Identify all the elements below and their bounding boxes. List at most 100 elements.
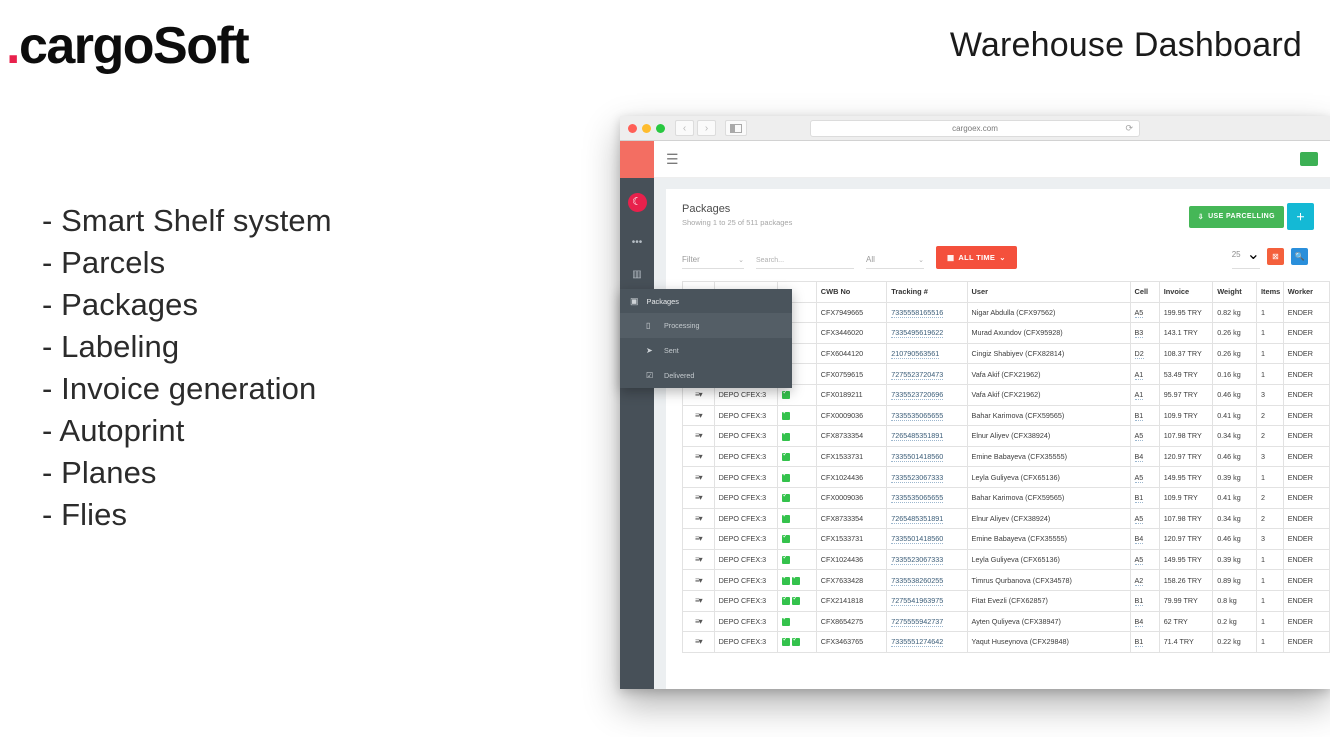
status-checkbox[interactable] [781,512,790,523]
row-menu-icon[interactable]: ≡▾ [682,466,715,488]
row-menu-icon[interactable]: ≡▾ [682,569,715,591]
cell-tracking[interactable]: 7335551274642 [886,631,968,653]
cell-tracking[interactable]: 7335523067333 [886,548,968,571]
th-cell[interactable]: Cell [1129,281,1160,303]
cell-shelf[interactable]: B1 [1129,486,1160,509]
cell-shelf[interactable]: A5 [1129,425,1160,447]
cell-tracking[interactable]: 7335535065655 [886,404,968,427]
table-row[interactable]: ≡▾DEPO CFEX:3 CFX21418187275541963975Fita… [682,589,1330,612]
cell-shelf[interactable]: D2 [1129,342,1160,365]
cell-shelf[interactable]: A5 [1129,301,1160,324]
status-checkbox[interactable] [791,595,800,606]
cell-tracking[interactable]: 7275541963975 [886,589,968,612]
th-invoice[interactable]: Invoice [1158,281,1214,303]
search-input[interactable]: Search... [756,257,854,269]
cell-tracking[interactable]: 7275523720473 [886,363,968,385]
table-row[interactable]: ≡▾DEPO CFEX:3 CFX10244367335523067333Leyl… [682,548,1330,571]
cell-checks[interactable] [776,569,817,591]
cell-shelf[interactable]: A1 [1129,383,1160,406]
hamburger-icon[interactable]: ☰ [666,151,679,168]
topbar-action-button[interactable] [1300,152,1318,166]
cell-shelf[interactable]: B4 [1129,445,1160,468]
sidebar-item-barcode[interactable]: ▥ [620,258,654,290]
row-menu-icon[interactable]: ≡▾ [682,486,715,509]
cell-tracking[interactable]: 7335558165516 [886,301,968,324]
cell-checks[interactable] [776,589,817,612]
cell-tracking[interactable]: 7335538260255 [886,569,968,591]
packages-dropdown-menu[interactable]: ▣ Packages ▯ Processing ➤ Sent ☑ Deliver… [620,289,792,388]
sidebar-logo[interactable] [620,141,654,178]
table-row[interactable]: ≡▾DEPO CFEX:3 CFX15337317335501418560Emin… [682,528,1330,550]
cell-shelf[interactable]: A5 [1129,548,1160,571]
cell-checks[interactable] [776,445,817,468]
th-worker[interactable]: Worker [1282,281,1330,303]
cell-checks[interactable] [776,528,817,550]
dropdown-item-delivered[interactable]: ☑ Delivered [620,363,792,388]
cell-shelf[interactable]: A1 [1129,363,1160,385]
dropdown-item-sent[interactable]: ➤ Sent [620,338,792,363]
table-row[interactable]: ≡▾DEPO CFEX:3 CFX00090367335535065655Baha… [682,486,1330,509]
cell-tracking[interactable]: 7275555942737 [886,610,968,633]
status-checkbox[interactable] [781,430,790,441]
table-row[interactable]: ≡▾DEPO CFEX:3 CFX00090367335535065655Baha… [682,404,1330,427]
address-bar[interactable]: cargoex.com ⟳ [810,119,1140,137]
close-window-icon[interactable] [628,123,637,133]
status-checkbox[interactable] [781,595,790,606]
status-checkbox[interactable] [791,574,800,585]
reload-icon[interactable]: ⟳ [1125,123,1133,134]
table-row[interactable]: ≡▾DEPO CFEX:3 CFX34637657335551274642Yaqu… [682,631,1330,653]
cell-shelf[interactable]: B1 [1129,589,1160,612]
dropdown-item-processing[interactable]: ▯ Processing [620,313,792,338]
row-menu-icon[interactable]: ≡▾ [682,404,715,427]
cell-checks[interactable] [776,404,817,427]
status-checkbox[interactable] [781,636,790,647]
sidebar-language-switch[interactable]: ☾ [620,178,654,226]
add-package-button[interactable]: ＋ [1286,203,1314,230]
clear-filters-button[interactable]: ⊠ [1267,248,1284,265]
status-checkbox[interactable] [781,615,790,626]
cell-tracking[interactable]: 7335523720696 [886,383,968,406]
status-checkbox[interactable] [781,451,790,462]
cell-tracking[interactable]: 7265485351891 [886,425,968,447]
status-checkbox[interactable] [781,574,790,585]
cell-checks[interactable] [776,507,817,530]
cell-checks[interactable] [776,548,817,571]
search-button[interactable]: 🔍 [1291,248,1308,265]
th-weight[interactable]: Weight [1212,281,1257,303]
cell-shelf[interactable]: B1 [1129,631,1160,653]
cell-checks[interactable] [776,631,817,653]
status-checkbox[interactable] [791,636,800,647]
row-menu-icon[interactable]: ≡▾ [682,589,715,612]
back-icon[interactable]: ‹ [675,120,694,136]
minimize-window-icon[interactable] [642,123,651,133]
row-menu-icon[interactable]: ≡▾ [682,528,715,550]
cell-shelf[interactable]: B3 [1129,322,1160,344]
cell-shelf[interactable]: B4 [1129,610,1160,633]
cell-shelf[interactable]: A5 [1129,507,1160,530]
forward-icon[interactable]: › [697,120,716,136]
table-row[interactable]: ≡▾DEPO CFEX:3 CFX86542757275555942737Ayte… [682,610,1330,633]
row-menu-icon[interactable]: ≡▾ [682,548,715,571]
table-row[interactable]: ≡▾DEPO CFEX:3 CFX87333547265485351891Elnu… [682,507,1330,530]
row-menu-icon[interactable]: ≡▾ [682,631,715,653]
cell-tracking[interactable]: 7335535065655 [886,486,968,509]
cell-shelf[interactable]: A5 [1129,466,1160,488]
cell-checks[interactable] [776,425,817,447]
cell-tracking[interactable]: 7335501418560 [886,445,968,468]
nav-buttons[interactable]: ‹ › [675,120,716,136]
cell-tracking[interactable]: 7335501418560 [886,528,968,550]
table-row[interactable]: ≡▾DEPO CFEX:3 CFX76334287335538260255Timr… [682,569,1330,591]
cell-checks[interactable] [776,610,817,633]
cell-shelf[interactable]: A2 [1129,569,1160,591]
row-menu-icon[interactable]: ≡▾ [682,425,715,447]
cell-tracking[interactable]: 7335495619622 [886,322,968,344]
cell-tracking[interactable]: 7265485351891 [886,507,968,530]
all-time-button[interactable]: ▦ ALL TIME ⌄ [936,246,1017,269]
status-checkbox[interactable] [781,533,790,544]
row-menu-icon[interactable]: ≡▾ [682,507,715,530]
th-tracking[interactable]: Tracking # [886,281,968,303]
status-checkbox[interactable] [781,492,790,503]
turkish-flag-icon[interactable]: ☾ [627,192,647,212]
table-row[interactable]: ≡▾DEPO CFEX:3 CFX10244367335523067333Leyl… [682,466,1330,488]
row-menu-icon[interactable]: ≡▾ [682,610,715,633]
